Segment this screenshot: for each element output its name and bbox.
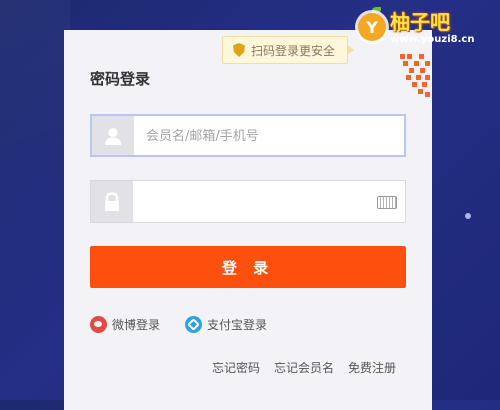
forgot-password-link[interactable]: 忘记密码 [212, 359, 260, 376]
alipay-login-label: 支付宝登录 [207, 318, 268, 332]
logo-badge-icon: Y [358, 13, 386, 41]
forgot-username-link[interactable]: 忘记会员名 [274, 359, 334, 376]
weibo-login-label: 微博登录 [112, 318, 161, 332]
login-title: 密码登录 [90, 70, 151, 88]
decorative-dot [465, 213, 471, 219]
user-icon-box [92, 116, 134, 155]
site-watermark-logo: Y 柚子吧 www.youzi8.cn [350, 4, 496, 50]
register-link[interactable]: 免费注册 [348, 359, 396, 376]
qr-code-corner-icon[interactable] [392, 52, 432, 104]
lock-icon [105, 191, 119, 211]
qr-tip-text: 扫码登录更安全 [251, 43, 336, 58]
alipay-icon [185, 316, 202, 333]
login-links: 忘记密码 忘记会员名 免费注册 [212, 359, 396, 376]
login-button[interactable]: 登 录 [90, 246, 406, 288]
weibo-icon [90, 316, 107, 333]
password-field[interactable] [90, 180, 406, 224]
password-input[interactable] [143, 181, 367, 224]
login-card: 密码登录 扫码登录更安全 会员名/邮箱/手机号 登 录 微博登录 支付宝登录 忘… [64, 30, 432, 410]
user-icon [105, 127, 121, 145]
watermark-name: 柚子吧 [390, 10, 450, 34]
lock-icon-box [91, 181, 133, 222]
username-field[interactable] [90, 114, 406, 157]
background-streak [0, 0, 70, 400]
alipay-login[interactable]: 支付宝登录 [185, 316, 267, 333]
username-input[interactable] [144, 116, 368, 157]
weibo-login[interactable]: 微博登录 [90, 316, 160, 333]
watermark-url: www.youzi8.cn [390, 34, 475, 45]
shield-icon [233, 43, 245, 57]
qr-login-tip[interactable]: 扫码登录更安全 [222, 36, 355, 64]
keyboard-icon[interactable] [377, 196, 397, 209]
